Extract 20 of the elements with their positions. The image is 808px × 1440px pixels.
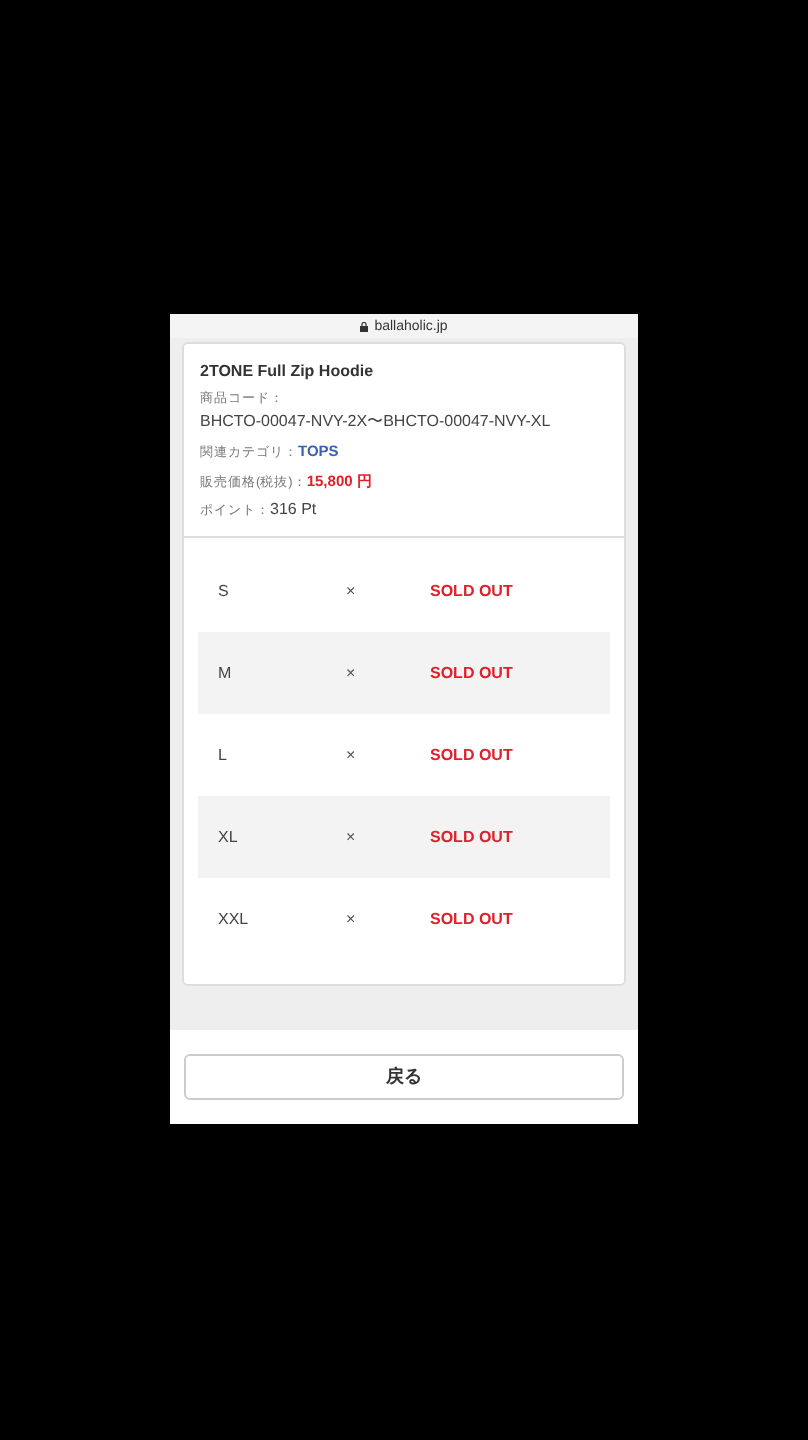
availability-mark: × (346, 746, 356, 765)
stock-status: SOLD OUT (430, 910, 513, 929)
stock-status: SOLD OUT (430, 746, 513, 765)
size-label: M (218, 664, 232, 683)
field-value: 316 Pt (270, 498, 317, 523)
stock-status: SOLD OUT (430, 664, 513, 683)
stock-status: SOLD OUT (430, 828, 513, 847)
availability-mark: × (346, 828, 356, 847)
field-value: BHCTO-00047-NVY-2X〜BHCTO-00047-NVY-XL (200, 409, 551, 434)
stock-status: SOLD OUT (430, 582, 513, 601)
size-label: L (218, 746, 227, 765)
lock-icon (360, 321, 369, 331)
availability-mark: × (346, 664, 356, 683)
availability-mark: × (346, 582, 356, 601)
size-label: XL (218, 828, 238, 847)
size-label: XXL (218, 910, 249, 929)
size-label: S (218, 582, 229, 601)
availability-mark: × (346, 910, 356, 929)
product-title: 2TONE Full Zip Hoodie (200, 362, 376, 380)
back-button[interactable]: 戻る (184, 1054, 624, 1101)
